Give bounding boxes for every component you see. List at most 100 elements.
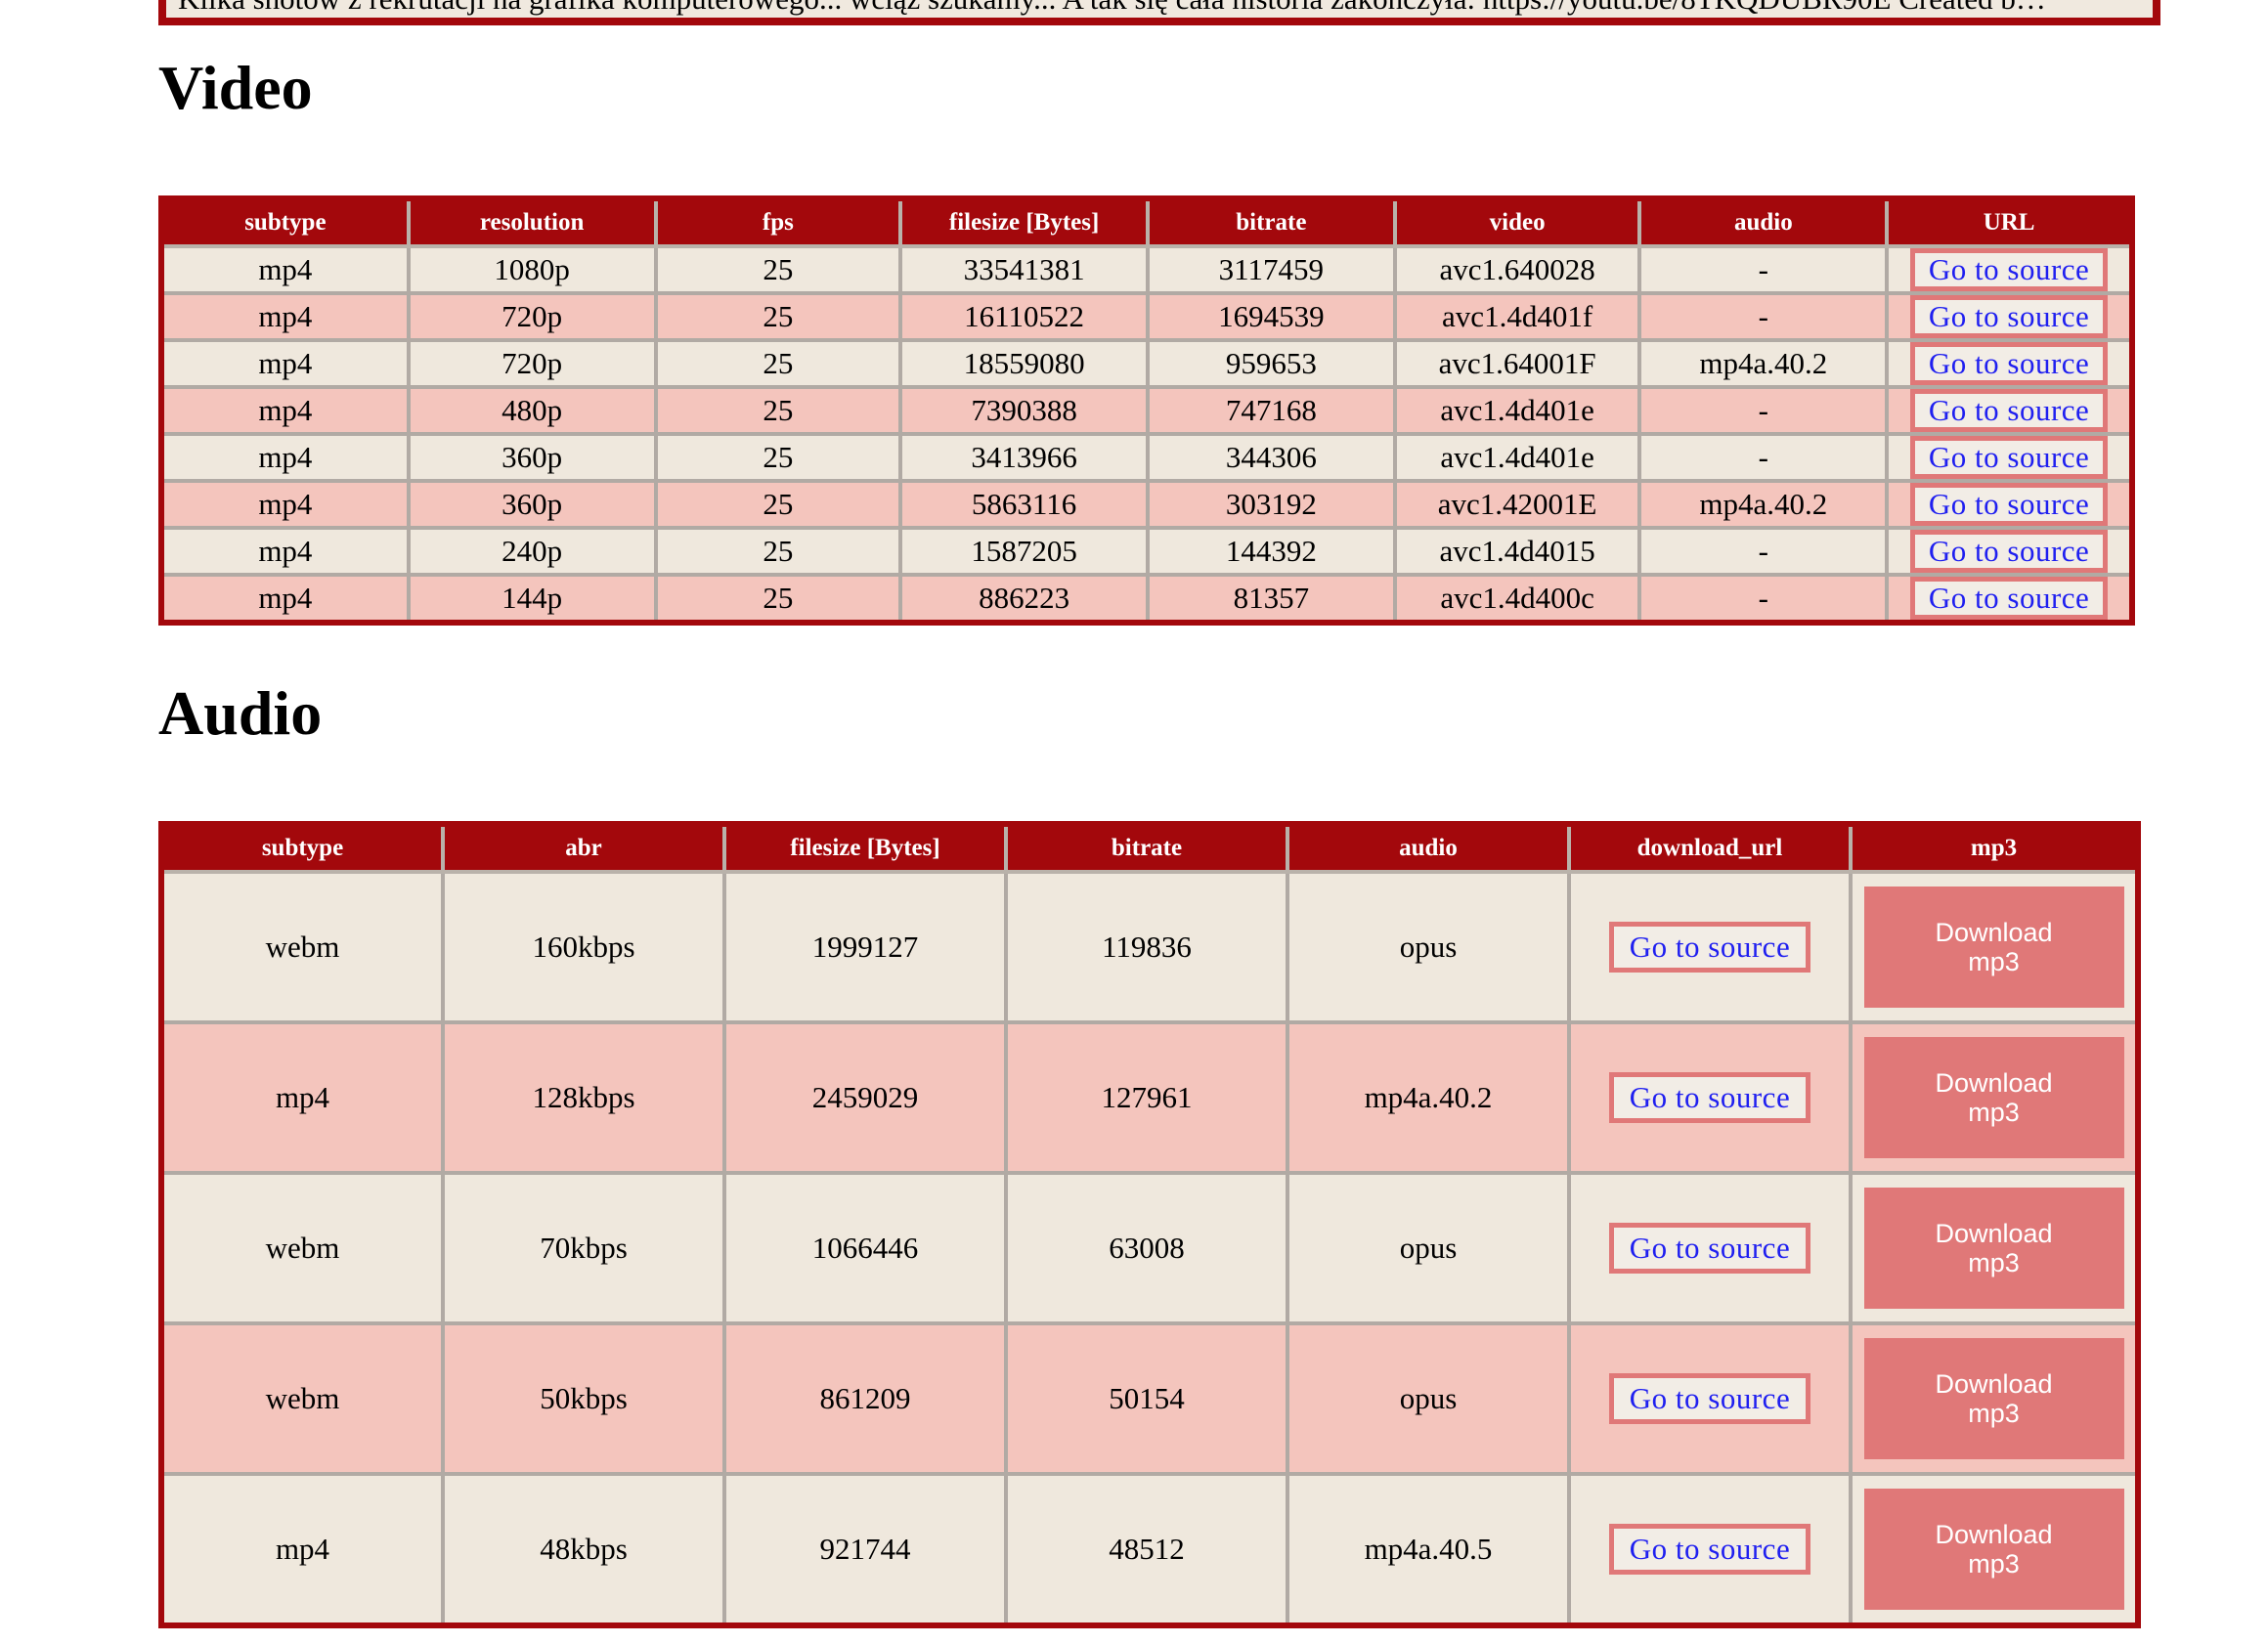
download-mp3-button[interactable]: Download mp3 (1863, 887, 2124, 1008)
col-header-mp3: mp3 (1849, 824, 2140, 874)
download-mp3-label: Download mp3 (1935, 1369, 2053, 1428)
go-to-source-button[interactable]: Go to source (1910, 295, 2109, 338)
cell-subtype: mp4 (159, 1472, 445, 1627)
cell-audio-codec: opus (1286, 1171, 1571, 1325)
cell-url: Go to source (1885, 526, 2134, 577)
col-header-fps: fps (653, 198, 903, 248)
go-to-source-button[interactable]: Go to source (1910, 248, 2109, 291)
col-header-filesize: filesize [Bytes] (722, 824, 1008, 874)
cell-subtype: mp4 (159, 244, 411, 295)
video-table-header: subtype resolution fps filesize [Bytes] … (159, 198, 2134, 248)
cell-filesize: 7390388 (898, 385, 1150, 436)
cell-resolution: 720p (406, 338, 658, 389)
download-mp3-button[interactable]: Download mp3 (1863, 1037, 2124, 1158)
cell-url: Go to source (1885, 432, 2134, 483)
audio-table-header: subtype abr filesize [Bytes] bitrate aud… (159, 824, 2140, 874)
go-to-source-button[interactable]: Go to source (1910, 342, 2109, 385)
cell-video-codec: avc1.64001F (1392, 338, 1642, 389)
cell-filesize: 861209 (722, 1321, 1008, 1476)
cell-resolution: 240p (406, 526, 658, 577)
cell-filesize: 1066446 (722, 1171, 1008, 1325)
cell-abr: 50kbps (441, 1321, 726, 1476)
go-to-source-button[interactable]: Go to source (1910, 530, 2109, 573)
table-row: mp4 1080p 25 33541381 3117459 avc1.640028- Go … (159, 244, 2134, 295)
cell-video-codec: avc1.4d401e (1392, 385, 1642, 436)
cell-fps: 25 (653, 526, 903, 577)
col-header-url: URL (1885, 198, 2134, 248)
cell-fps: 25 (653, 573, 903, 625)
cell-audio-codec: - (1637, 526, 1890, 577)
cell-fps: 25 (653, 479, 903, 530)
cell-bitrate: 344306 (1145, 432, 1397, 483)
cell-download-url: Go to source (1567, 1171, 1853, 1325)
cell-mp3: Download mp3 (1849, 1472, 2140, 1627)
video-formats-table: subtype resolution fps filesize [Bytes] … (158, 195, 2135, 626)
table-row: webm 70kbps 1066446 63008 opus Go to source Do… (159, 1171, 2140, 1325)
cell-subtype: mp4 (159, 1020, 445, 1175)
cell-filesize: 2459029 (722, 1020, 1008, 1175)
download-mp3-button[interactable]: Download mp3 (1863, 1489, 2124, 1610)
cell-mp3: Download mp3 (1849, 870, 2140, 1024)
cell-audio-codec: - (1637, 432, 1890, 483)
go-to-source-button[interactable]: Go to source (1608, 1373, 1811, 1424)
cell-resolution: 480p (406, 385, 658, 436)
cell-audio-codec: opus (1286, 1321, 1571, 1476)
cell-url: Go to source (1885, 338, 2134, 389)
cell-fps: 25 (653, 432, 903, 483)
col-header-bitrate: bitrate (1145, 198, 1397, 248)
go-to-source-button[interactable]: Go to source (1910, 389, 2109, 432)
cell-bitrate: 3117459 (1145, 244, 1397, 295)
cell-download-url: Go to source (1567, 1472, 1853, 1627)
cell-resolution: 720p (406, 291, 658, 342)
video-section-title: Video (158, 53, 313, 122)
audio-section-title: Audio (158, 678, 323, 748)
col-header-resolution: resolution (406, 198, 658, 248)
audio-formats-table: subtype abr filesize [Bytes] bitrate aud… (158, 821, 2141, 1628)
cell-resolution: 360p (406, 432, 658, 483)
table-row: mp4 144p 25 886223 81357 avc1.4d400c - Go to so… (159, 573, 2134, 625)
cell-subtype: mp4 (159, 526, 411, 577)
cell-download-url: Go to source (1567, 870, 1853, 1024)
col-header-abr: abr (441, 824, 726, 874)
cell-mp3: Download mp3 (1849, 1321, 2140, 1476)
cell-abr: 48kbps (441, 1472, 726, 1627)
cell-video-codec: avc1.4d401f (1392, 291, 1642, 342)
cell-subtype: webm (159, 870, 445, 1024)
go-to-source-button[interactable]: Go to source (1608, 1223, 1811, 1274)
download-mp3-button[interactable]: Download mp3 (1863, 1188, 2124, 1309)
cell-audio-codec: - (1637, 244, 1890, 295)
cell-url: Go to source (1885, 385, 2134, 436)
video-description: Kilka shotów z rekrutacji na grafika kom… (158, 0, 2160, 25)
cell-audio-codec: mp4a.40.2 (1637, 479, 1890, 530)
table-row: mp4 240p 25 1587205 144392 avc1.4d4015- Go to … (159, 526, 2134, 577)
cell-url: Go to source (1885, 573, 2134, 625)
download-mp3-label: Download mp3 (1935, 918, 2053, 976)
cell-bitrate: 747168 (1145, 385, 1397, 436)
cell-bitrate: 119836 (1004, 870, 1289, 1024)
download-mp3-button[interactable]: Download mp3 (1863, 1338, 2124, 1459)
go-to-source-button[interactable]: Go to source (1910, 577, 2109, 620)
cell-abr: 128kbps (441, 1020, 726, 1175)
col-header-download-url: download_url (1567, 824, 1853, 874)
cell-resolution: 144p (406, 573, 658, 625)
table-row: mp4 720p 25 16110522 1694539 avc1.4d401f - Go t… (159, 291, 2134, 342)
cell-mp3: Download mp3 (1849, 1020, 2140, 1175)
cell-filesize: 921744 (722, 1472, 1008, 1627)
go-to-source-button[interactable]: Go to source (1910, 483, 2109, 526)
go-to-source-button[interactable]: Go to source (1910, 436, 2109, 479)
table-row: webm 160kbps 1999127 119836 opus Go to source… (159, 870, 2140, 1024)
go-to-source-button[interactable]: Go to source (1608, 922, 1811, 973)
go-to-source-button[interactable]: Go to source (1608, 1072, 1811, 1123)
cell-resolution: 1080p (406, 244, 658, 295)
cell-subtype: webm (159, 1171, 445, 1325)
cell-url: Go to source (1885, 244, 2134, 295)
col-header-audio: audio (1637, 198, 1890, 248)
cell-filesize: 5863116 (898, 479, 1150, 530)
table-row: mp4 480p 25 7390388 747168 avc1.4d401e - Go to … (159, 385, 2134, 436)
go-to-source-button[interactable]: Go to source (1608, 1524, 1811, 1575)
cell-audio-codec: mp4a.40.2 (1637, 338, 1890, 389)
table-row: mp4 360p 25 5863116 303192 avc1.42001E mp4a.40… (159, 479, 2134, 530)
cell-video-codec: avc1.4d4015 (1392, 526, 1642, 577)
cell-filesize: 3413966 (898, 432, 1150, 483)
table-row: mp4 360p 25 3413966 344306 avc1.4d401e - Go to … (159, 432, 2134, 483)
